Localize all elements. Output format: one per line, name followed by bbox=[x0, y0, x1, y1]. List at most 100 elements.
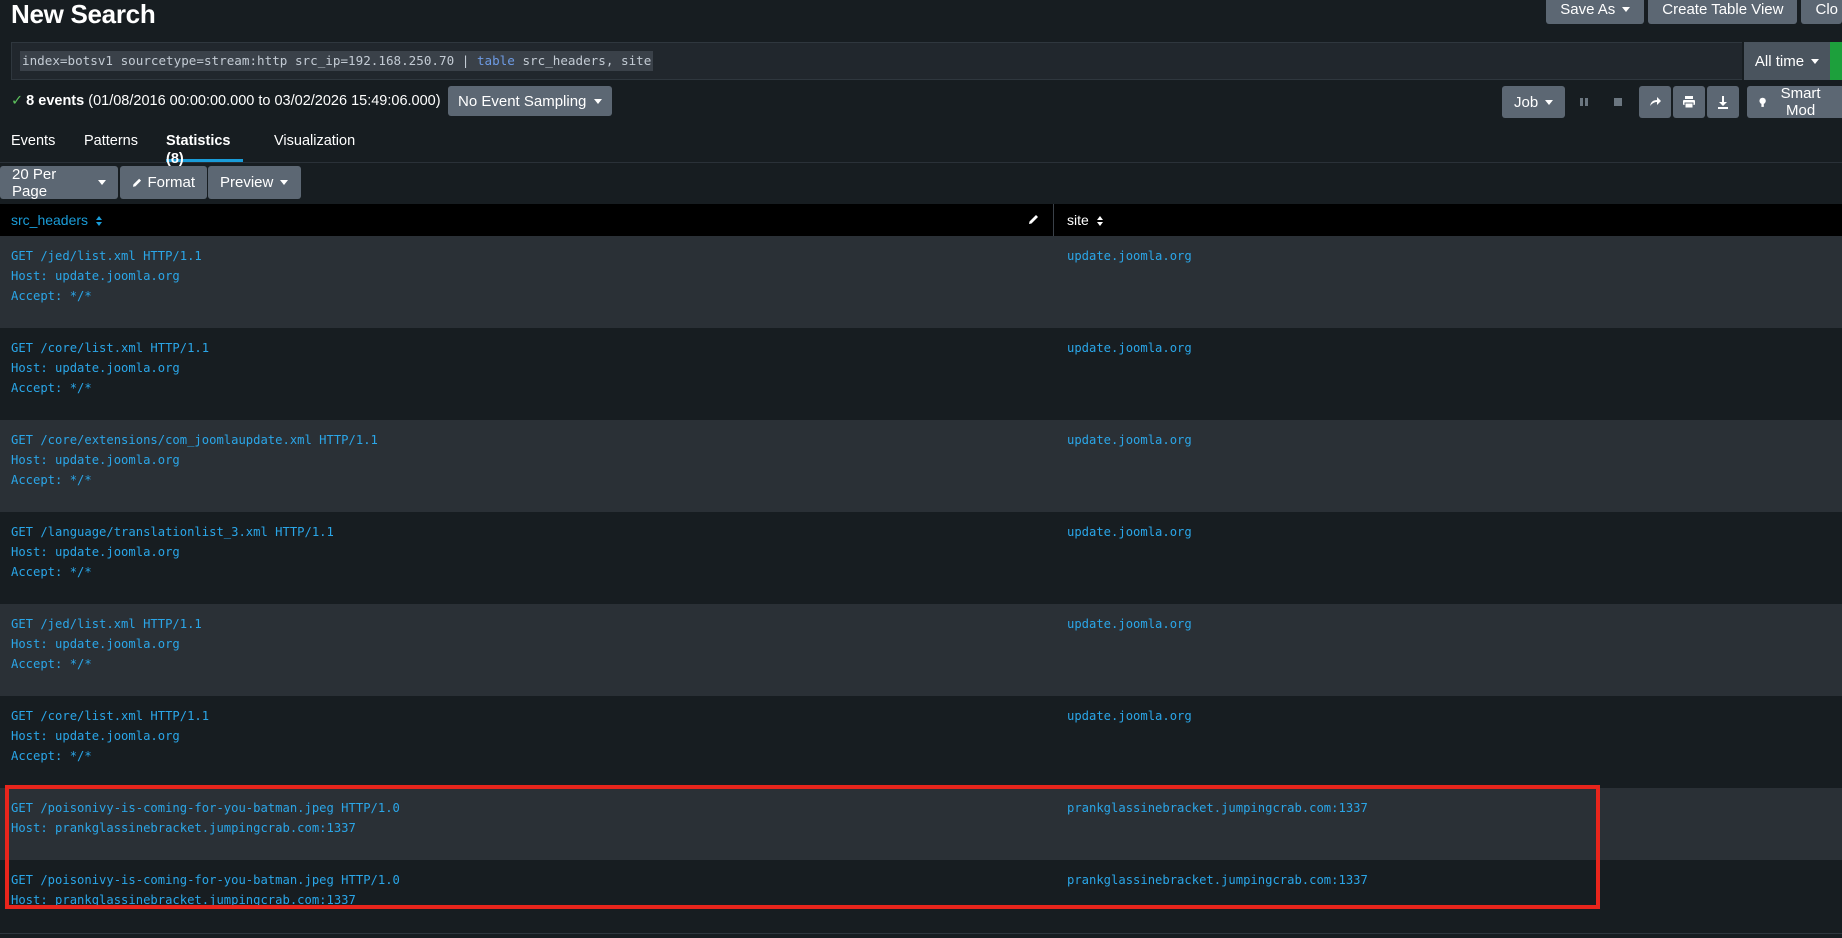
header-line[interactable]: Host: update.joomla.org bbox=[11, 358, 209, 378]
header-line[interactable]: Host: update.joomla.org bbox=[11, 726, 209, 746]
time-range-picker[interactable]: All time bbox=[1744, 42, 1830, 80]
table-row: GET /poisonivy-is-coming-for-you-batman.… bbox=[0, 860, 1842, 911]
chevron-down-icon bbox=[1811, 58, 1820, 64]
pause-button[interactable] bbox=[1568, 86, 1600, 118]
header-line[interactable]: Accept: */* bbox=[11, 746, 209, 766]
event-count: 8 events bbox=[26, 93, 85, 109]
create-table-view-button[interactable]: Create Table View bbox=[1648, 0, 1798, 24]
pencil-icon bbox=[1029, 215, 1038, 224]
column-edit-button[interactable] bbox=[1028, 212, 1040, 229]
header-line[interactable]: Accept: */* bbox=[11, 286, 202, 306]
results-tabs: Events Patterns Statistics (8) Visualiza… bbox=[0, 132, 1842, 167]
sort-icon bbox=[1096, 216, 1103, 227]
preview-label: Preview bbox=[220, 174, 274, 191]
header-line[interactable]: GET /poisonivy-is-coming-for-you-batman.… bbox=[11, 798, 400, 818]
cell-site[interactable]: update.joomla.org bbox=[1067, 246, 1192, 266]
event-sampling-dropdown[interactable]: No Event Sampling bbox=[448, 86, 613, 116]
sampling-label: No Event Sampling bbox=[458, 92, 587, 110]
table-row: GET /jed/list.xml HTTP/1.1 Host: update.j… bbox=[0, 236, 1842, 328]
preview-dropdown[interactable]: Preview bbox=[208, 166, 301, 199]
stop-button[interactable] bbox=[1602, 86, 1634, 118]
header-line[interactable]: GET /jed/list.xml HTTP/1.1 bbox=[11, 246, 202, 266]
header-line[interactable]: Host: update.joomla.org bbox=[11, 542, 334, 562]
tab-patterns[interactable]: Patterns bbox=[84, 132, 138, 162]
cell-site[interactable]: update.joomla.org bbox=[1067, 614, 1192, 634]
header-line[interactable]: Host: update.joomla.org bbox=[11, 266, 202, 286]
close-button[interactable]: Clo bbox=[1801, 0, 1842, 24]
table-row: GET /core/list.xml HTTP/1.1 Host: update.… bbox=[0, 696, 1842, 788]
save-as-button[interactable]: Save As bbox=[1546, 0, 1645, 24]
cell-site[interactable]: update.joomla.org bbox=[1067, 338, 1192, 358]
header-line[interactable]: GET /core/list.xml HTTP/1.1 bbox=[11, 338, 209, 358]
print-button[interactable] bbox=[1673, 86, 1705, 118]
header-line[interactable]: Accept: */* bbox=[11, 378, 209, 398]
search-query-text[interactable]: index=botsv1 sourcetype=stream:http src_… bbox=[20, 51, 654, 71]
bulb-icon bbox=[1759, 97, 1766, 107]
query-prefix: index=botsv1 sourcetype=stream:http src_… bbox=[22, 53, 477, 68]
table-row: GET /poisonivy-is-coming-for-you-batman.… bbox=[0, 788, 1842, 860]
header-line[interactable]: Host: prankglassinebracket.jumpingcrab.c… bbox=[11, 818, 400, 838]
header-line[interactable]: GET /core/extensions/com_joomlaupdate.xm… bbox=[11, 430, 378, 450]
column-header-label: src_headers bbox=[11, 212, 89, 228]
tab-statistics[interactable]: Statistics (8) bbox=[166, 132, 243, 167]
table-row: GET /language/translationlist_3.xml HTTP… bbox=[0, 512, 1842, 604]
pause-icon bbox=[1580, 98, 1588, 106]
check-icon: ✓ bbox=[11, 93, 24, 109]
table-row: GET /core/extensions/com_joomlaupdate.xm… bbox=[0, 420, 1842, 512]
divider bbox=[0, 933, 1842, 934]
cell-site[interactable]: prankglassinebracket.jumpingcrab.com:133… bbox=[1067, 798, 1368, 818]
format-button[interactable]: Format bbox=[120, 166, 207, 199]
chevron-down-icon bbox=[594, 98, 603, 104]
search-input[interactable]: index=botsv1 sourcetype=stream:http src_… bbox=[11, 42, 1742, 80]
header-line[interactable]: Host: update.joomla.org bbox=[11, 450, 378, 470]
sort-icon bbox=[95, 216, 102, 227]
query-suffix: src_headers, site bbox=[514, 53, 652, 68]
cell-src-headers[interactable]: GET /core/extensions/com_joomlaupdate.xm… bbox=[11, 430, 378, 490]
export-button[interactable] bbox=[1707, 86, 1739, 118]
column-header-site[interactable]: site bbox=[1067, 204, 1103, 236]
table-header: src_headers site bbox=[0, 204, 1842, 236]
header-line[interactable]: Host: update.joomla.org bbox=[11, 634, 202, 654]
cell-site[interactable]: prankglassinebracket.jumpingcrab.com:133… bbox=[1067, 870, 1368, 890]
cell-src-headers[interactable]: GET /jed/list.xml HTTP/1.1 Host: update.j… bbox=[11, 614, 202, 674]
download-icon bbox=[1718, 95, 1728, 109]
cell-site[interactable]: update.joomla.org bbox=[1067, 522, 1192, 542]
close-label: Clo bbox=[1815, 0, 1838, 18]
chevron-down-icon bbox=[1622, 6, 1631, 12]
header-line[interactable]: GET /poisonivy-is-coming-for-you-batman.… bbox=[11, 870, 400, 890]
cell-src-headers[interactable]: GET /jed/list.xml HTTP/1.1 Host: update.j… bbox=[11, 246, 202, 306]
header-line[interactable]: Accept: */* bbox=[11, 562, 334, 582]
search-status: ✓ 8 events (01/08/2016 00:00:00.000 to 03… bbox=[11, 93, 441, 109]
chevron-down-icon bbox=[280, 180, 289, 185]
cell-src-headers[interactable]: GET /poisonivy-is-coming-for-you-batman.… bbox=[11, 870, 400, 910]
header-line[interactable]: GET /core/list.xml HTTP/1.1 bbox=[11, 706, 209, 726]
header-line[interactable]: Accept: */* bbox=[11, 470, 378, 490]
format-label: Format bbox=[147, 174, 195, 191]
query-command: table bbox=[476, 53, 515, 68]
table-row: GET /jed/list.xml HTTP/1.1 Host: update.j… bbox=[0, 604, 1842, 696]
header-line[interactable]: Host: prankglassinebracket.jumpingcrab.c… bbox=[11, 890, 400, 910]
per-page-dropdown[interactable]: 20 Per Page bbox=[0, 166, 118, 200]
tab-events[interactable]: Events bbox=[11, 132, 55, 162]
cell-site[interactable]: update.joomla.org bbox=[1067, 706, 1192, 726]
header-line[interactable]: GET /jed/list.xml HTTP/1.1 bbox=[11, 614, 202, 634]
cell-src-headers[interactable]: GET /poisonivy-is-coming-for-you-batman.… bbox=[11, 798, 400, 838]
time-range-label: All time bbox=[1754, 52, 1805, 70]
cell-src-headers[interactable]: GET /core/list.xml HTTP/1.1 Host: update.… bbox=[11, 706, 209, 766]
header-line[interactable]: GET /language/translationlist_3.xml HTTP… bbox=[11, 522, 334, 542]
top-actions: Save As Create Table View Clo bbox=[1546, 0, 1842, 24]
chevron-down-icon bbox=[1545, 99, 1554, 105]
job-menu-button[interactable]: Job bbox=[1502, 86, 1566, 118]
chevron-down-icon bbox=[98, 180, 106, 185]
cell-src-headers[interactable]: GET /language/translationlist_3.xml HTTP… bbox=[11, 522, 334, 582]
search-submit-button[interactable] bbox=[1830, 42, 1842, 80]
cell-site[interactable]: update.joomla.org bbox=[1067, 430, 1192, 450]
cell-src-headers[interactable]: GET /core/list.xml HTTP/1.1 Host: update.… bbox=[11, 338, 209, 398]
share-button[interactable] bbox=[1639, 86, 1671, 118]
search-mode-button[interactable]: Smart Mod bbox=[1747, 85, 1842, 119]
header-line[interactable]: Accept: */* bbox=[11, 654, 202, 674]
column-header-src-headers[interactable]: src_headers bbox=[11, 204, 102, 236]
page-title: New Search bbox=[11, 0, 156, 29]
tab-visualization[interactable]: Visualization bbox=[274, 132, 355, 162]
table-row: GET /core/list.xml HTTP/1.1 Host: update.… bbox=[0, 328, 1842, 420]
